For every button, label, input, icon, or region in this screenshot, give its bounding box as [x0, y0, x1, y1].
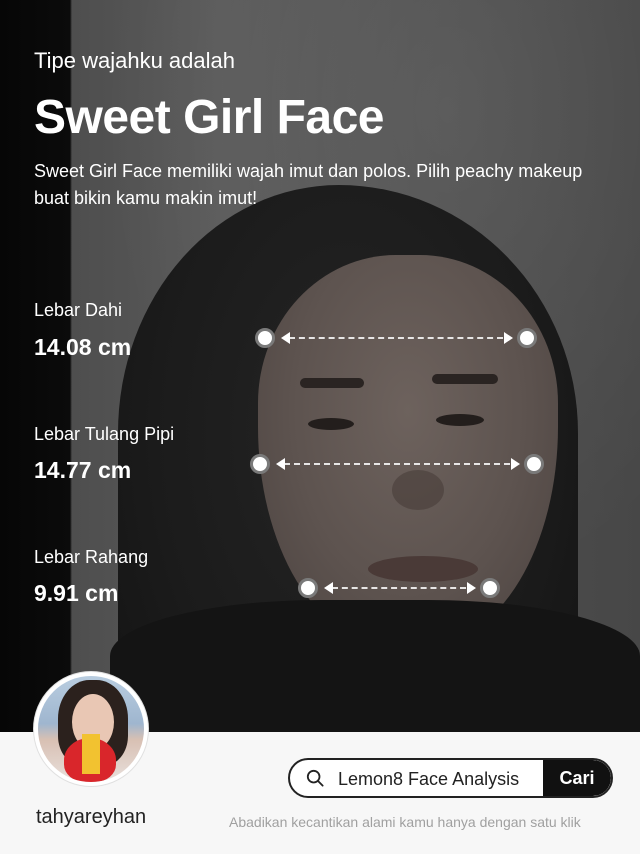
jaw-right-point	[480, 578, 500, 598]
tagline: Abadikan kecantikan alami kamu hanya den…	[229, 814, 581, 830]
face-type-description: Sweet Girl Face memiliki wajah imut dan …	[34, 161, 583, 208]
jaw-left-point	[298, 578, 318, 598]
metric-label-forehead: Lebar Dahi	[34, 300, 123, 320]
cheekbone-right-point	[524, 454, 544, 474]
arrow-right-icon	[511, 458, 520, 470]
cheekbone-left-point	[250, 454, 270, 474]
avatar-image	[38, 676, 144, 782]
username[interactable]: tahyareyhan	[36, 806, 146, 829]
avatar[interactable]	[34, 672, 148, 786]
forehead-right-point	[517, 328, 537, 348]
photo-eye-right	[436, 414, 484, 426]
photo-brow-left	[300, 378, 364, 388]
arrow-right-icon	[504, 332, 513, 344]
intro-text: Tipe wajahku adalah	[34, 48, 235, 73]
jaw-measure-line	[298, 578, 502, 598]
search-bar[interactable]: Lemon8 Face Analysis Cari	[288, 758, 613, 798]
metric-value-jaw: 9.91 cm	[34, 580, 119, 606]
photo-eye-left	[308, 418, 354, 430]
metric-value-forehead: 14.08 cm	[34, 334, 132, 360]
cheekbone-measure-line	[250, 454, 546, 474]
arrow-right-icon	[467, 582, 476, 594]
photo-shirt	[110, 600, 640, 732]
photo-brow-right	[432, 374, 498, 384]
face-type-title: Sweet Girl Face	[34, 91, 385, 144]
cheekbone-dashed-line	[284, 463, 510, 465]
forehead-left-point	[255, 328, 275, 348]
jaw-dashed-line	[332, 587, 466, 589]
metric-label-cheekbone: Lebar Tulang Pipi	[34, 424, 175, 444]
search-button[interactable]: Cari	[543, 760, 611, 796]
metric-label-jaw: Lebar Rahang	[34, 547, 149, 567]
metric-value-cheekbone: 14.77 cm	[34, 457, 132, 483]
search-query[interactable]: Lemon8 Face Analysis	[338, 769, 519, 790]
forehead-measure-line	[255, 328, 539, 348]
photo-nose	[392, 470, 444, 510]
forehead-dashed-line	[289, 337, 503, 339]
search-icon	[306, 769, 324, 787]
gift-ribbon	[82, 734, 100, 774]
